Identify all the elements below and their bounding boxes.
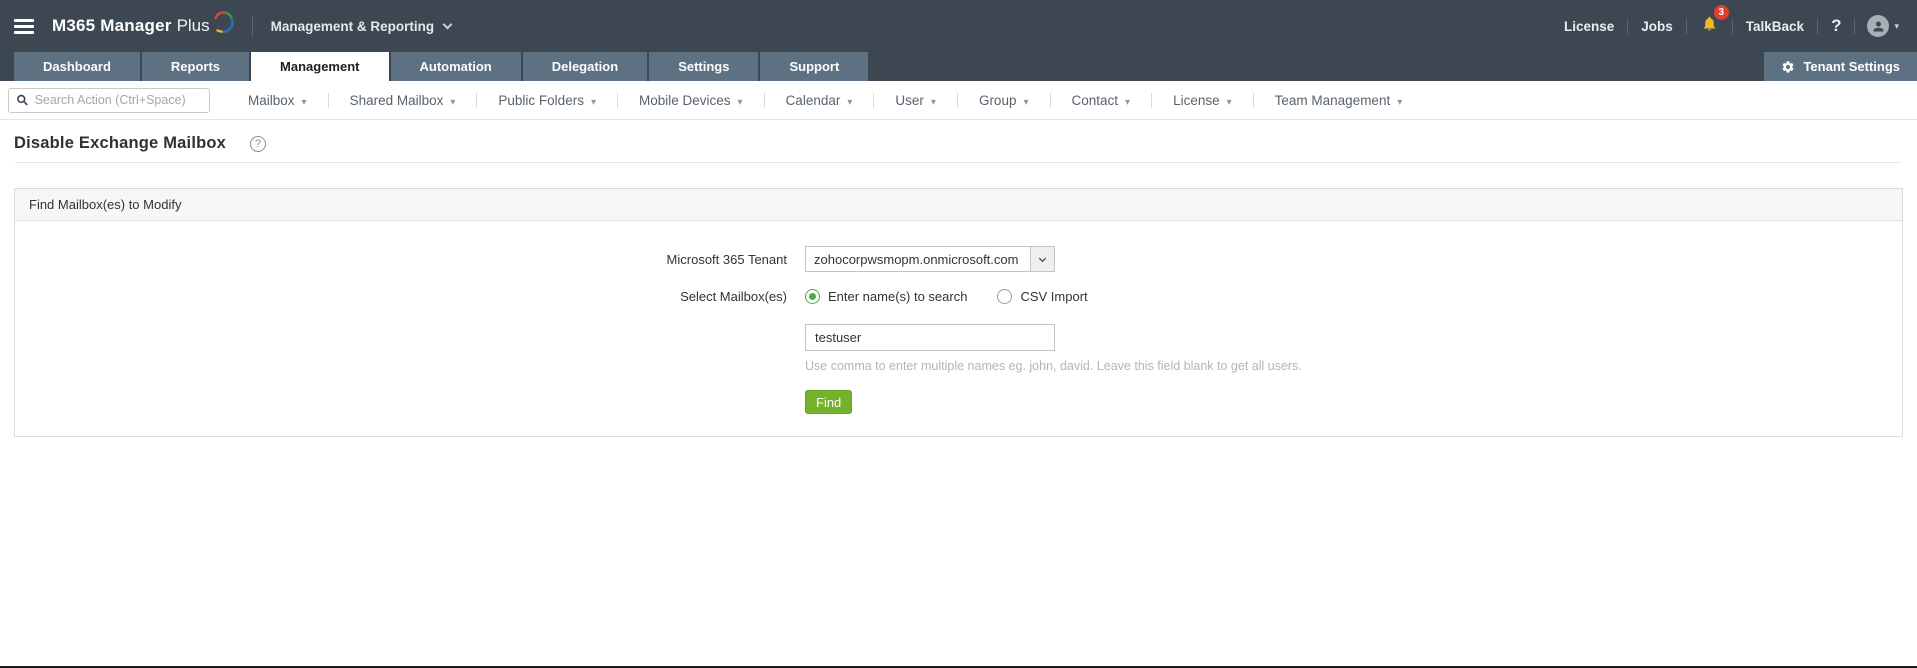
menu-label: User [895, 92, 924, 108]
caret-down-icon [1125, 93, 1130, 108]
find-button[interactable]: Find [805, 390, 853, 414]
tenant-select[interactable]: zohocorpwsmopm.onmicrosoft.com [805, 246, 1055, 272]
mailbox-name-input[interactable] [805, 324, 1055, 351]
notification-badge: 3 [1713, 5, 1729, 20]
find-row: Find [15, 390, 1902, 414]
radio-enter-names-label: Enter name(s) to search [828, 289, 968, 304]
caret-down-icon [1397, 93, 1402, 108]
chevron-down-icon [1038, 257, 1047, 262]
menu-label: Public Folders [498, 92, 584, 108]
caret-down-icon [738, 93, 743, 108]
menu-label: Shared Mailbox [349, 92, 444, 108]
page-title: Disable Exchange Mailbox [14, 134, 227, 152]
menu-label: License [1173, 92, 1220, 108]
select-arrow[interactable] [1030, 247, 1054, 271]
chevron-down-icon [442, 19, 453, 29]
menu-label: Mailbox [248, 92, 295, 108]
menu-label: Calendar [785, 92, 841, 108]
menu-group[interactable]: Group [958, 93, 1050, 108]
user-icon [1873, 21, 1884, 31]
search-input[interactable] [34, 93, 202, 107]
menu-calendar[interactable]: Calendar [765, 93, 874, 108]
top-bar: M365 Manager Plus Management & Reporting… [0, 0, 1917, 52]
topbar-right: License Jobs 3 TalkBack ? ▾ [1551, 5, 1899, 38]
tab-support[interactable]: Support [760, 52, 869, 81]
radio-unselected-icon[interactable] [997, 289, 1013, 304]
tab-automation[interactable]: Automation [390, 52, 521, 81]
title-divider [15, 162, 1902, 163]
tenant-settings-label: Tenant Settings [1803, 59, 1900, 74]
talkback-link[interactable]: TalkBack [1733, 19, 1817, 34]
radio-csv-import[interactable]: CSV Import [997, 289, 1088, 304]
select-mailbox-label: Select Mailbox(es) [680, 289, 787, 304]
tenant-row: Microsoft 365 Tenant zohocorpwsmopm.onmi… [15, 246, 1902, 272]
context-label: Management & Reporting [270, 18, 435, 34]
main-tab-bar: Dashboard Reports Management Automation … [0, 52, 1917, 81]
find-mailbox-panel: Find Mailbox(es) to Modify Microsoft 365… [14, 188, 1903, 437]
caret-down-icon [450, 93, 455, 108]
menu-label: Mobile Devices [638, 92, 731, 108]
jobs-link[interactable]: Jobs [1628, 19, 1686, 34]
tab-reports[interactable]: Reports [141, 52, 250, 81]
menu-label: Team Management [1274, 92, 1391, 108]
caret-down-icon [1227, 93, 1232, 108]
menu-mailbox[interactable]: Mailbox [227, 93, 328, 108]
tenant-label: Microsoft 365 Tenant [666, 251, 787, 267]
tab-management[interactable]: Management [251, 52, 389, 81]
logo-text-plus: Plus [176, 16, 210, 35]
menu-public-folders[interactable]: Public Folders [477, 93, 617, 108]
tab-settings[interactable]: Settings [649, 52, 759, 81]
name-input-row [15, 324, 1902, 351]
caret-down-icon [302, 93, 307, 108]
help-button[interactable]: ? [1818, 16, 1854, 36]
menu-mobile-devices[interactable]: Mobile Devices [618, 93, 764, 108]
context-switcher[interactable]: Management & Reporting [270, 18, 453, 34]
logo-swoosh-icon [214, 11, 234, 33]
menu-team-management[interactable]: Team Management [1254, 93, 1424, 108]
caret-down-icon [591, 93, 596, 108]
menu-contact[interactable]: Contact [1051, 93, 1152, 108]
gear-icon [1783, 60, 1794, 73]
search-icon [17, 94, 28, 106]
notifications-button[interactable]: 3 [1687, 5, 1732, 38]
radio-enter-names[interactable]: Enter name(s) to search [805, 289, 967, 304]
panel-body: Microsoft 365 Tenant zohocorpwsmopm.onmi… [15, 221, 1902, 436]
tenant-settings-button[interactable]: Tenant Settings [1764, 52, 1917, 81]
avatar [1867, 15, 1890, 37]
app-logo: M365 Manager Plus [52, 11, 234, 36]
account-menu[interactable]: ▾ [1855, 15, 1899, 37]
select-mailbox-row: Select Mailbox(es) Enter name(s) to sear… [15, 289, 1902, 304]
menu-label: Group [978, 92, 1017, 108]
menu-label: Contact [1071, 92, 1119, 108]
menu-shared-mailbox[interactable]: Shared Mailbox [329, 93, 477, 108]
action-menu-bar: Mailbox Shared Mailbox Public Folders Mo… [0, 81, 1917, 120]
radio-csv-import-label: CSV Import [1020, 289, 1088, 304]
hamburger-menu-icon[interactable] [14, 16, 34, 37]
tab-dashboard[interactable]: Dashboard [14, 52, 140, 81]
input-hint-text: Use comma to enter multiple names eg. jo… [805, 359, 1302, 373]
menu-license[interactable]: License [1152, 93, 1253, 108]
topbar-divider [251, 15, 253, 37]
caret-down-icon [931, 93, 936, 108]
license-link[interactable]: License [1551, 19, 1627, 34]
page-title-row: Disable Exchange Mailbox ? [0, 120, 1917, 162]
action-menus: Mailbox Shared Mailbox Public Folders Mo… [227, 92, 1424, 108]
menu-user[interactable]: User [874, 93, 957, 108]
caret-down-icon [1023, 93, 1028, 108]
panel-header: Find Mailbox(es) to Modify [15, 189, 1902, 221]
tab-delegation[interactable]: Delegation [522, 52, 648, 81]
search-action-box[interactable] [8, 87, 210, 113]
hint-row: Use comma to enter multiple names eg. jo… [15, 359, 1902, 373]
page-help-icon[interactable]: ? [250, 135, 267, 152]
tenant-select-value: zohocorpwsmopm.onmicrosoft.com [814, 251, 1019, 267]
logo-text-bold: M365 Manager [52, 16, 172, 35]
caret-down-icon [847, 93, 852, 108]
radio-selected-icon[interactable] [805, 289, 820, 304]
avatar-caret-icon: ▾ [1894, 20, 1899, 31]
